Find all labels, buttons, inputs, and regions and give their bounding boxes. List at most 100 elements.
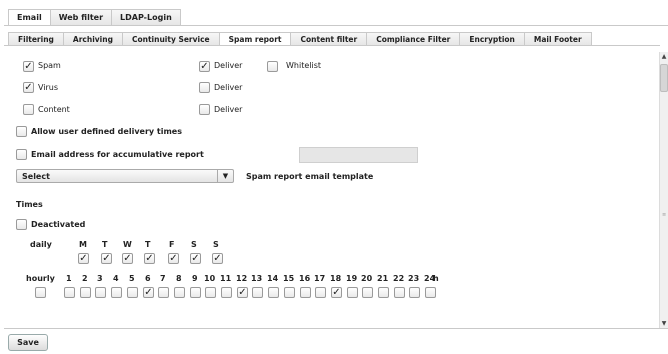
whitelist-label: Whitelist [286, 61, 322, 70]
hour-checkbox[interactable] [174, 287, 185, 298]
tab-encryption[interactable]: Encryption [460, 32, 525, 46]
hour-label: 14 [267, 274, 279, 283]
hour-label: 5 [129, 274, 135, 283]
hour-label: 2 [82, 274, 88, 283]
hour-checkbox[interactable] [268, 287, 279, 298]
hour-checkbox[interactable] [127, 287, 138, 298]
hour-label: 12 [236, 274, 248, 283]
chevron-down-icon[interactable]: ▼ [217, 170, 233, 182]
tab-mail-footer[interactable]: Mail Footer [524, 32, 592, 46]
hour-checkbox[interactable] [300, 287, 311, 298]
day-label: S [191, 240, 197, 249]
scroll-up-icon[interactable]: ▲ [660, 52, 668, 61]
scrollbar-thumb[interactable] [660, 64, 668, 92]
virus-label: Virus [38, 83, 59, 92]
email-accum-input[interactable] [299, 147, 418, 163]
spam-deliver-label: Deliver [214, 61, 243, 70]
spam-label: Spam [38, 61, 61, 70]
tab-archiving[interactable]: Archiving [63, 32, 123, 46]
hourly-checkbox[interactable] [35, 287, 46, 298]
hour-label: 8 [176, 274, 182, 283]
day-checkbox[interactable]: ✓ [168, 253, 179, 264]
hour-checkbox[interactable] [158, 287, 169, 298]
day-checkbox[interactable]: ✓ [212, 253, 223, 264]
template-select[interactable]: Select ▼ [16, 169, 234, 183]
hour-label: 15 [283, 274, 295, 283]
spam-report-form: ✓ Spam ✓ Deliver Whitelist ✓ Virus Deliv… [4, 46, 659, 328]
whitelist-checkbox[interactable] [267, 61, 278, 72]
hour-label: 10 [204, 274, 216, 283]
hour-checkbox[interactable] [252, 287, 263, 298]
virus-deliver-checkbox[interactable] [199, 82, 210, 93]
vertical-scrollbar[interactable]: ▲ ≡ ▼ [659, 52, 668, 328]
hour-checkbox[interactable] [95, 287, 106, 298]
tab-content-filter[interactable]: Content filter [291, 32, 368, 46]
hour-label: 19 [346, 274, 358, 283]
save-button[interactable]: Save [8, 334, 48, 351]
day-checkbox[interactable]: ✓ [190, 253, 201, 264]
deactivated-checkbox[interactable] [16, 219, 27, 230]
hour-checkbox[interactable] [111, 287, 122, 298]
tab-ldap-login[interactable]: LDAP-Login [112, 9, 181, 26]
hour-checkbox[interactable] [205, 287, 216, 298]
day-checkbox[interactable]: ✓ [144, 253, 155, 264]
hour-label: 16 [299, 274, 311, 283]
day-label: T [102, 240, 108, 249]
day-checkbox[interactable]: ✓ [101, 253, 112, 264]
day-label: T [145, 240, 151, 249]
allow-user-times-checkbox[interactable] [16, 126, 27, 137]
top-tab-bar: Email Web filter LDAP-Login [8, 9, 181, 26]
hour-checkbox[interactable] [315, 287, 326, 298]
hour-checkbox[interactable] [221, 287, 232, 298]
tab-continuity-service[interactable]: Continuity Service [122, 32, 220, 46]
day-label: S [213, 240, 219, 249]
content-checkbox[interactable] [23, 104, 34, 115]
tab-compliance-filter[interactable]: Compliance Filter [367, 32, 461, 46]
hour-label: 6 [145, 274, 151, 283]
day-checkbox[interactable]: ✓ [122, 253, 133, 264]
hour-label: 17 [314, 274, 326, 283]
hour-checkbox[interactable] [190, 287, 201, 298]
tab-web-filter[interactable]: Web filter [50, 9, 113, 26]
hour-checkbox[interactable] [362, 287, 373, 298]
hour-checkbox[interactable] [347, 287, 358, 298]
hour-checkbox[interactable] [409, 287, 420, 298]
daily-label: daily [30, 240, 52, 249]
hour-checkbox[interactable]: ✓ [237, 287, 248, 298]
hour-checkbox[interactable] [394, 287, 405, 298]
spam-deliver-checkbox[interactable]: ✓ [199, 61, 210, 72]
day-label: F [169, 240, 175, 249]
hour-label: 7 [160, 274, 166, 283]
sub-tab-bar: Filtering Archiving Continuity Service S… [8, 32, 592, 46]
day-label: M [79, 240, 87, 249]
hour-label: 1 [66, 274, 72, 283]
hourly-label: hourly [26, 274, 55, 283]
email-accum-label: Email address for accumulative report [31, 150, 204, 159]
tab-filtering[interactable]: Filtering [8, 32, 64, 46]
day-label: W [123, 240, 132, 249]
virus-checkbox[interactable]: ✓ [23, 82, 34, 93]
hours-unit-label: h [433, 274, 439, 283]
footer-divider [4, 328, 668, 329]
email-accum-checkbox[interactable] [16, 149, 27, 160]
hour-checkbox[interactable] [378, 287, 389, 298]
hour-label: 3 [97, 274, 103, 283]
hour-checkbox[interactable] [284, 287, 295, 298]
hour-checkbox[interactable] [64, 287, 75, 298]
tab-spam-report[interactable]: Spam report [219, 32, 292, 46]
day-checkbox[interactable]: ✓ [78, 253, 89, 264]
allow-user-times-label: Allow user defined delivery times [31, 127, 182, 136]
hour-checkbox[interactable] [425, 287, 436, 298]
hour-checkbox[interactable] [80, 287, 91, 298]
content-deliver-checkbox[interactable] [199, 104, 210, 115]
hour-label: 21 [377, 274, 389, 283]
tab-email[interactable]: Email [8, 9, 51, 26]
content-deliver-label: Deliver [214, 105, 243, 114]
deactivated-label: Deactivated [31, 220, 86, 229]
template-label: Spam report email template [246, 172, 374, 181]
hour-checkbox[interactable]: ✓ [143, 287, 154, 298]
hour-label: 18 [330, 274, 342, 283]
spam-checkbox[interactable]: ✓ [23, 61, 34, 72]
hour-checkbox[interactable]: ✓ [331, 287, 342, 298]
scroll-down-icon[interactable]: ▼ [660, 319, 668, 328]
